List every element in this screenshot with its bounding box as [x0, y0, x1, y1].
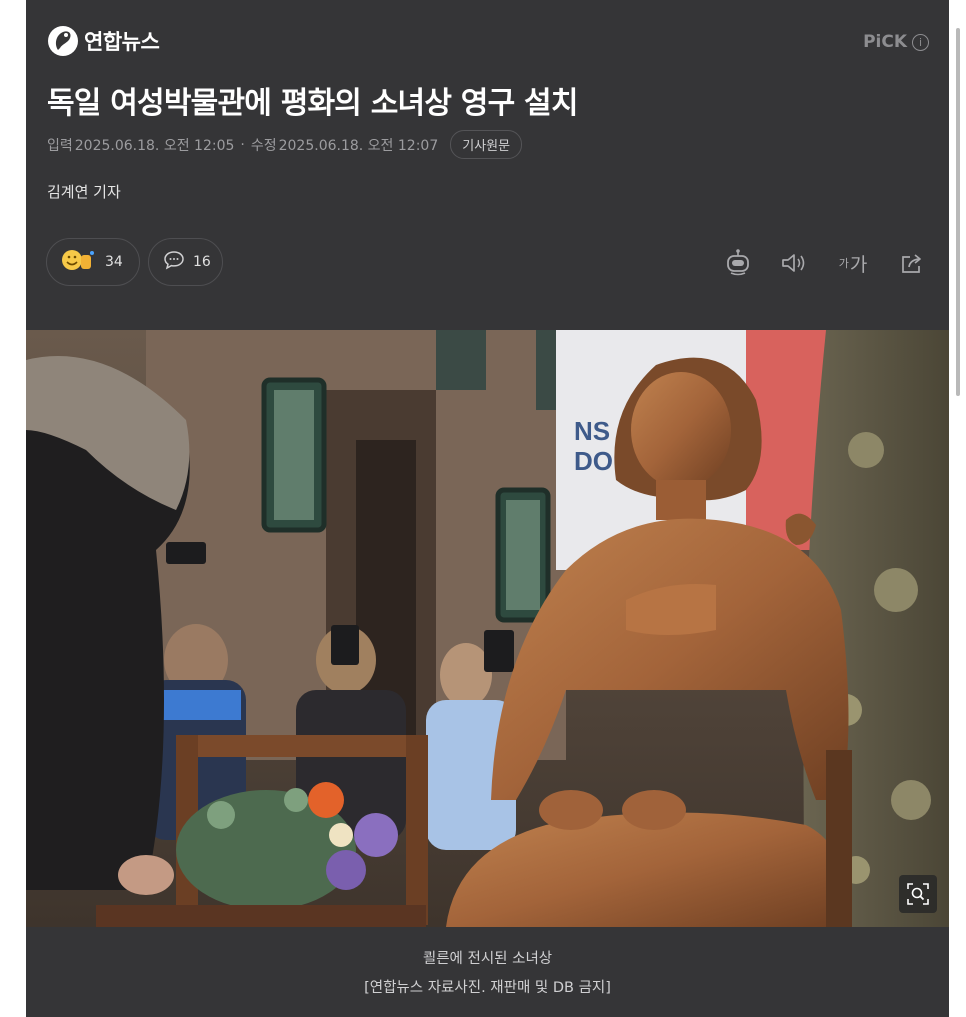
- article-panel: 연합뉴스 PiCK i 독일 여성박물관에 평화의 소녀상 영구 설치 입력 2…: [26, 0, 949, 1017]
- pick-badge[interactable]: PiCK i: [863, 32, 929, 52]
- comment-button[interactable]: 16: [148, 238, 223, 286]
- modified-label: 수정: [250, 137, 277, 154]
- reporter-byline[interactable]: 김계연 기자: [47, 181, 121, 202]
- published-label: 입력: [47, 137, 73, 154]
- font-size-button[interactable]: 가 가: [833, 247, 873, 279]
- meta-separator: ·: [240, 136, 245, 153]
- article-meta: 입력 2025.06.18. 오전 12:05 · 수정 2025.06.18.…: [47, 130, 523, 159]
- caption-line-2: [연합뉴스 자료사진. 재판매 및 DB 금지]: [364, 980, 611, 996]
- photo-caption: 쾰른에 전시된 소녀상 [연합뉴스 자료사진. 재판매 및 DB 금지]: [26, 945, 949, 1003]
- published-date: 2025.06.18. 오전 12:05: [74, 137, 235, 154]
- reaction-emoji-icon: [61, 247, 97, 277]
- share-icon[interactable]: [895, 247, 929, 279]
- pick-label: PiCK: [863, 32, 907, 52]
- reaction-button[interactable]: 34: [46, 238, 140, 286]
- font-size-small-label: 가: [838, 257, 849, 270]
- reaction-count: 34: [105, 254, 123, 270]
- article-headline: 독일 여성박물관에 평화의 소녀상 영구 설치: [47, 86, 578, 121]
- zoom-search-icon[interactable]: [899, 875, 937, 913]
- scrollbar[interactable]: [956, 28, 960, 396]
- svg-text:NS: NS: [574, 416, 610, 446]
- yonhap-logo-icon: [48, 26, 78, 56]
- font-size-label: 가: [849, 253, 868, 276]
- speaker-icon[interactable]: [777, 247, 811, 279]
- article-toolbar: 가 가: [721, 247, 929, 279]
- statue-photo-illustration: NS DO: [26, 330, 949, 927]
- robot-icon[interactable]: [721, 247, 755, 279]
- caption-line-1: 쾰른에 전시된 소녀상: [422, 951, 553, 967]
- article-photo[interactable]: NS DO: [26, 330, 949, 927]
- comment-bubble-icon: [163, 250, 185, 274]
- modified-date: 2025.06.18. 오전 12:07: [278, 137, 439, 154]
- brand-name: 연합뉴스: [84, 30, 160, 54]
- brand[interactable]: 연합뉴스: [48, 26, 160, 56]
- comment-count: 16: [193, 254, 211, 270]
- original-article-button[interactable]: 기사원문: [450, 130, 523, 159]
- info-circle-icon[interactable]: i: [912, 33, 929, 51]
- svg-text:DO: DO: [574, 446, 613, 476]
